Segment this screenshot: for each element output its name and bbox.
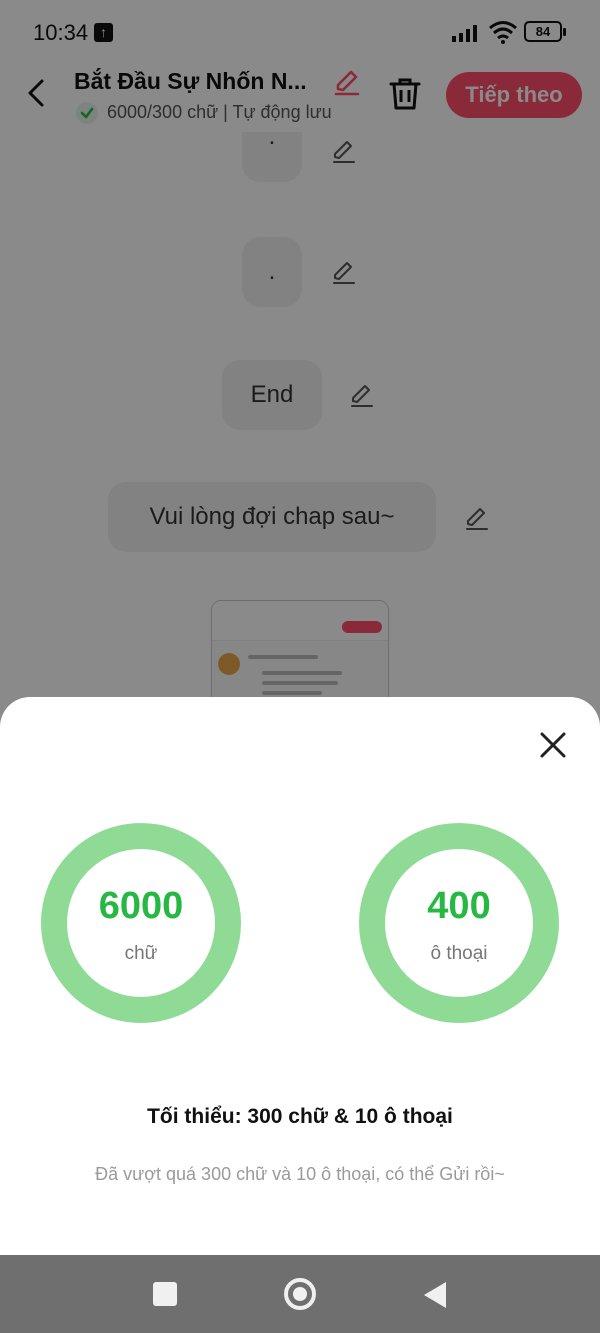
recents-icon[interactable] xyxy=(153,1282,177,1306)
minimum-requirement: Tối thiểu: 300 chữ & 10 ô thoại xyxy=(147,1105,453,1128)
close-icon[interactable] xyxy=(538,730,568,760)
word-count-unit: chữ xyxy=(124,943,158,964)
status-message: Đã vượt quá 300 chữ và 10 ô thoại, có th… xyxy=(95,1164,505,1184)
word-count-value: 6000 xyxy=(98,885,184,927)
dialog-count-ring: 400 ô thoại xyxy=(359,823,559,1023)
dialog-count-value: 400 xyxy=(427,885,491,927)
nav-back-icon[interactable] xyxy=(424,1282,446,1308)
word-count-sheet: 6000 chữ 400 ô thoại Tối thiểu: 300 chữ … xyxy=(0,697,600,1255)
system-nav-bar xyxy=(0,1255,600,1333)
home-icon[interactable] xyxy=(284,1278,316,1310)
word-count-ring: 6000 chữ xyxy=(41,823,241,1023)
dialog-count-unit: ô thoại xyxy=(430,943,488,964)
